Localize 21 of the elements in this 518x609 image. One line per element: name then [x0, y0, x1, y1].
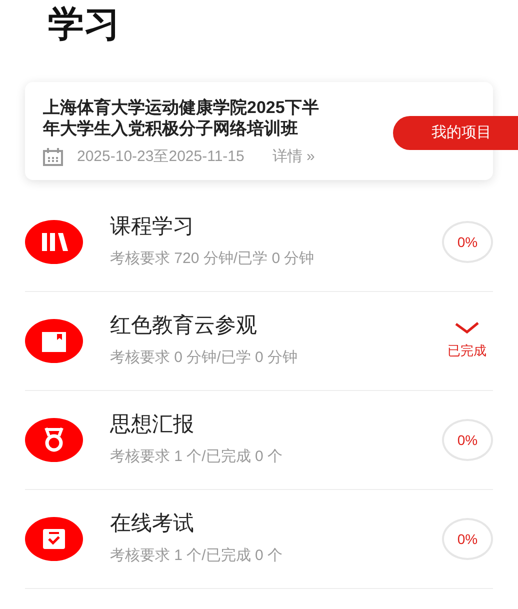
card-icon — [25, 319, 83, 363]
progress-badge: 0% — [442, 419, 493, 461]
task-title[interactable]: 红色教育云参观 — [110, 312, 441, 340]
project-name: 上海体育大学运动健康学院2025下半年大学生入党积极分子网络培训班 — [43, 97, 320, 139]
task-title[interactable]: 思想汇报 — [110, 411, 442, 440]
calendar-icon — [43, 148, 63, 166]
project-dates: 2025-10-23至2025-11-15 — [77, 147, 244, 167]
books-icon — [25, 220, 83, 264]
progress-badge: 0% — [442, 221, 493, 263]
task-requirement: 考核要求 720 分钟/已学 0 分钟 — [110, 249, 316, 270]
task-requirement: 考核要求 0 分钟/已学 0 分钟 — [110, 348, 299, 368]
completed-status: 已完成 — [448, 342, 486, 360]
progress-badge: 0% — [442, 518, 493, 560]
checklist-icon — [25, 517, 83, 561]
task-title[interactable]: 在线考试 — [110, 510, 442, 538]
task-requirement: 考核要求 1 个/已完成 0 个 — [110, 447, 284, 468]
medal-icon — [25, 418, 83, 462]
my-projects-button[interactable]: 我的项目 — [393, 116, 518, 150]
task-title[interactable]: 课程学习 — [110, 213, 442, 242]
page-title: 学习 — [48, 2, 120, 46]
task-requirement: 考核要求 1 个/已完成 0 个 — [110, 546, 284, 566]
